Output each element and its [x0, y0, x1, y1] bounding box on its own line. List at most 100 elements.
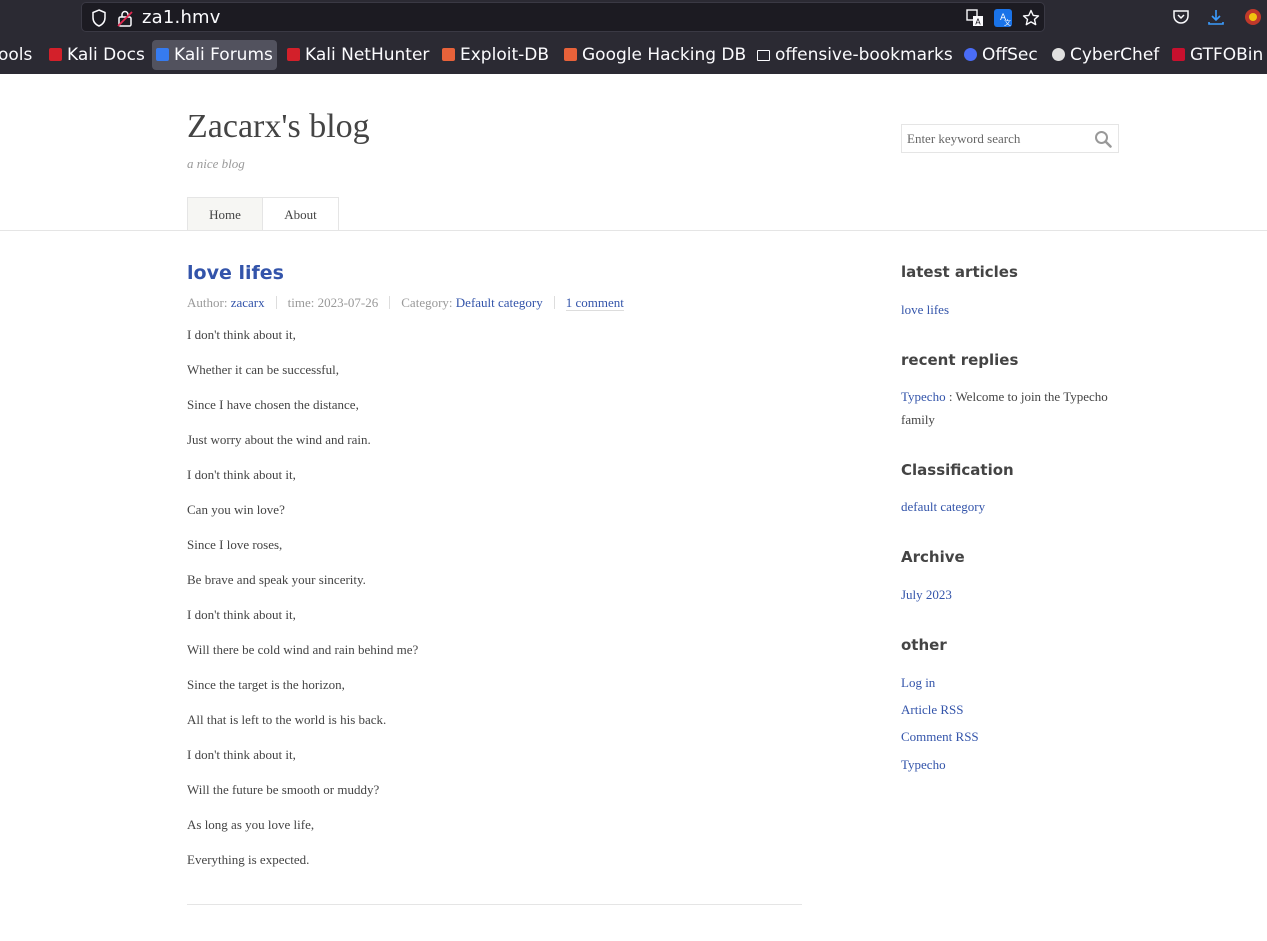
bookmark-label: OffSec: [982, 45, 1038, 65]
other-item: Typecho: [901, 753, 1111, 776]
bookmark-label: Kali NetHunter: [305, 45, 430, 65]
bookmark-label: Exploit-DB: [460, 45, 549, 65]
address-bar[interactable]: za1.hmv A A文: [81, 2, 1045, 32]
insecure-lock-icon[interactable]: [117, 9, 133, 31]
cyberchef-favicon-icon: [1052, 48, 1065, 61]
other-heading: other: [901, 636, 947, 654]
post-line: All that is left to the world is his bac…: [187, 712, 387, 727]
bookmark-kali-forums[interactable]: Kali Forums: [152, 40, 277, 70]
kali-nethunter-favicon-icon: [287, 48, 300, 61]
post-line: Whether it can be successful,: [187, 362, 339, 377]
post-line: Just worry about the wind and rain.: [187, 432, 371, 447]
latest-article-link: love lifes: [901, 298, 1111, 321]
downloads-icon[interactable]: [1207, 8, 1225, 30]
url-text[interactable]: za1.hmv: [142, 7, 221, 28]
site-description: a nice blog: [187, 156, 245, 171]
post-line: Will the future be smooth or muddy?: [187, 782, 380, 797]
bookmark-folder-offensive[interactable]: offensive-bookmarks: [753, 40, 957, 70]
browser-chrome: za1.hmv A A文 ools Kali Docs Kali Forums …: [0, 0, 1267, 74]
meta-separator: [553, 296, 555, 309]
other-item: Comment RSS: [901, 725, 1111, 748]
post-divider: [187, 904, 802, 905]
category-link[interactable]: Default category: [456, 295, 543, 310]
header-divider: [0, 230, 1267, 231]
post-line: Everything is expected.: [187, 852, 310, 867]
post-content: I don't think about it, Whether it can b…: [187, 326, 802, 886]
bookmark-kali-docs[interactable]: Kali Docs: [45, 40, 149, 70]
bookmark-label: offensive-bookmarks: [775, 45, 953, 65]
svg-text:文: 文: [1004, 18, 1011, 27]
post-line: As long as you love life,: [187, 817, 315, 832]
latest-article-love-lifes[interactable]: love lifes: [901, 302, 949, 317]
post-meta: Author: zacarx time: 2023-07-26 Category: …: [187, 295, 624, 311]
extension-icon[interactable]: [1244, 8, 1262, 30]
gtfobins-favicon-icon: [1172, 48, 1185, 61]
recent-replies-heading: recent replies: [901, 351, 1019, 369]
post-line: I don't think about it,: [187, 467, 296, 482]
bookmark-star-icon[interactable]: [1022, 9, 1040, 31]
comments-link[interactable]: 1 comment: [565, 295, 624, 311]
latest-articles-heading: latest articles: [901, 263, 1018, 281]
archive-heading: Archive: [901, 548, 965, 566]
recent-reply: Typecho : Welcome to join the Typecho fa…: [901, 385, 1111, 431]
translate-icon[interactable]: A文: [994, 9, 1012, 31]
author-link[interactable]: zacarx: [231, 295, 265, 310]
post-line: I don't think about it,: [187, 327, 296, 342]
meta-separator: [275, 296, 277, 309]
reply-author-link[interactable]: Typecho: [901, 389, 946, 404]
search-form: [901, 124, 1119, 153]
bookmark-tools[interactable]: ools: [0, 40, 36, 70]
folder-icon: [757, 50, 770, 61]
nav-about[interactable]: About: [262, 197, 339, 230]
bookmark-exploit-db[interactable]: Exploit-DB: [438, 40, 553, 70]
other-item: Log in: [901, 671, 1111, 694]
classification-heading: Classification: [901, 461, 1014, 479]
archive-item: July 2023: [901, 583, 1111, 606]
kali-forums-favicon-icon: [156, 48, 169, 61]
bookmark-label: Kali Docs: [67, 45, 145, 65]
bookmark-label: Google Hacking DB: [582, 45, 747, 65]
kali-docs-favicon-icon: [49, 48, 62, 61]
svg-text:A: A: [975, 18, 981, 27]
search-input[interactable]: [902, 125, 1102, 152]
pocket-icon[interactable]: [1172, 8, 1190, 30]
translate-page-icon[interactable]: A: [966, 9, 984, 31]
other-item: Article RSS: [901, 698, 1111, 721]
bookmark-kali-nethunter[interactable]: Kali NetHunter: [283, 40, 433, 70]
offsec-favicon-icon: [964, 48, 977, 61]
post-line: Be brave and speak your sincerity.: [187, 572, 366, 587]
bookmark-cyberchef[interactable]: CyberChef: [1048, 40, 1163, 70]
search-icon[interactable]: [1094, 130, 1112, 153]
bookmark-offsec[interactable]: OffSec: [960, 40, 1042, 70]
article-rss-link[interactable]: Article RSS: [901, 702, 963, 717]
post-line: Can you win love?: [187, 502, 285, 517]
shield-icon[interactable]: [91, 9, 107, 31]
login-link[interactable]: Log in: [901, 675, 935, 690]
bookmark-label: CyberChef: [1070, 45, 1160, 65]
exploit-db-favicon-icon: [442, 48, 455, 61]
post-line: Since the target is the horizon,: [187, 677, 345, 692]
ghdb-favicon-icon: [564, 48, 577, 61]
category-item: default category: [901, 495, 1111, 518]
site-title[interactable]: Zacarx's blog: [187, 108, 370, 146]
bookmark-label: ools: [0, 45, 33, 65]
category-label: Category:: [401, 295, 453, 310]
post-line: I don't think about it,: [187, 607, 296, 622]
post-line: Since I have chosen the distance,: [187, 397, 359, 412]
meta-separator: [389, 296, 391, 309]
post-time: time: 2023-07-26: [287, 295, 379, 310]
nav-home[interactable]: Home: [187, 197, 263, 230]
typecho-link[interactable]: Typecho: [901, 757, 946, 772]
archive-july-2023-link[interactable]: July 2023: [901, 587, 952, 602]
post-line: Will there be cold wind and rain behind …: [187, 642, 419, 657]
post-line: I don't think about it,: [187, 747, 296, 762]
default-category-link[interactable]: default category: [901, 499, 985, 514]
author-label: Author:: [187, 295, 228, 310]
comment-rss-link[interactable]: Comment RSS: [901, 729, 979, 744]
post-line: Since I love roses,: [187, 537, 283, 552]
post-title[interactable]: love lifes: [187, 262, 284, 284]
bookmark-gtfobins[interactable]: GTFOBin: [1168, 40, 1267, 70]
bookmark-google-hacking-db[interactable]: Google Hacking DB: [560, 40, 750, 70]
bookmark-label: Kali Forums: [174, 45, 273, 65]
bookmarks-toolbar: ools Kali Docs Kali Forums Kali NetHunte…: [0, 40, 1267, 70]
